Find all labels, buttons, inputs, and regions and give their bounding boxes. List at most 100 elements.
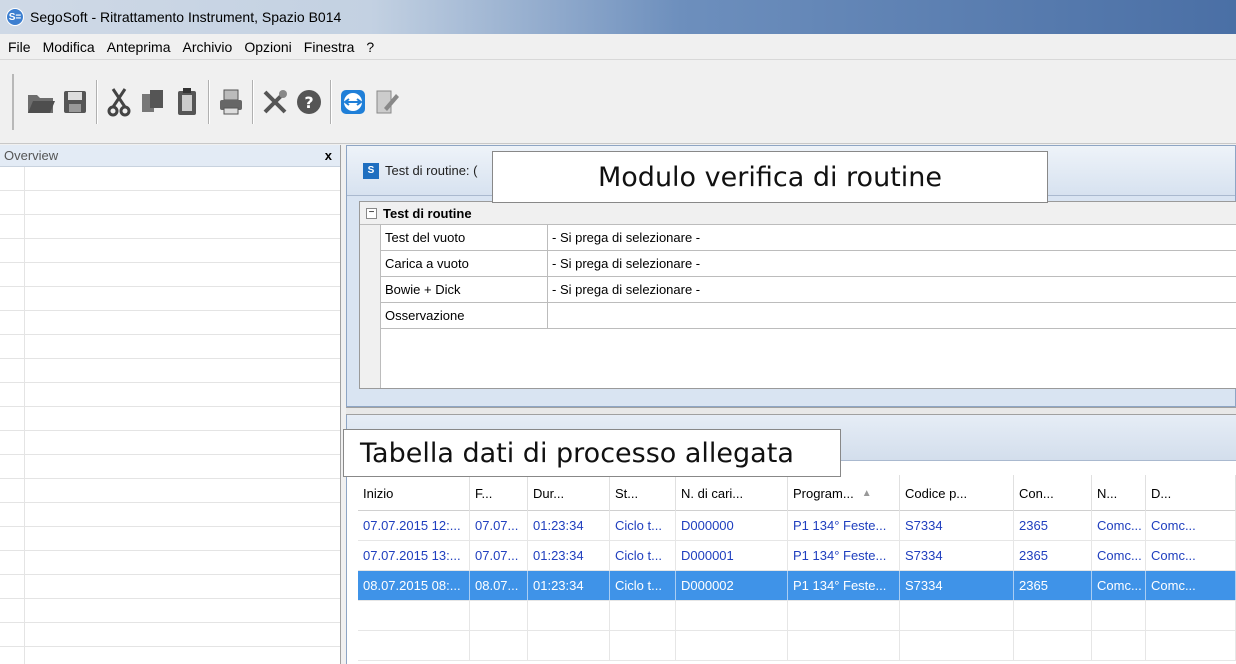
column-header[interactable]: D... [1146,475,1236,511]
close-icon[interactable]: x [325,148,332,163]
routine-test-tab-label: Test di routine: ( [385,163,478,178]
table-cell: Comc... [1092,571,1146,600]
app-logo-icon: S= [6,8,24,26]
svg-text:?: ? [304,93,313,112]
print-icon[interactable] [214,82,248,122]
toolbar-separator [208,80,210,124]
property-category[interactable]: − Test di routine [360,202,1236,225]
column-header[interactable]: Inizio [358,475,470,511]
table-row[interactable]: 07.07.2015 12:... 07.07... 01:23:34 Cicl… [358,511,1236,541]
table-cell: Comc... [1146,511,1236,540]
table-cell: P1 134° Feste... [788,571,900,600]
table-cell: Ciclo t... [610,541,676,570]
table-cell: 2365 [1014,511,1092,540]
save-icon[interactable] [58,82,92,122]
sort-ascending-icon: ▲ [861,487,872,499]
property-gutter [360,225,381,388]
property-name: Carica a vuoto [381,251,548,276]
property-row[interactable]: Test del vuoto - Si prega di selezionare… [381,225,1236,251]
tools-icon[interactable] [258,82,292,122]
property-name: Test del vuoto [381,225,548,250]
menu-help[interactable]: ? [360,39,380,55]
copy-icon[interactable] [136,82,170,122]
table-row-empty [358,601,1236,631]
title-bar: S= SegoSoft - Ritrattamento Instrument, … [0,0,1236,34]
table-cell: 01:23:34 [528,571,610,600]
table-row-empty [358,631,1236,661]
property-value-dropdown[interactable]: - Si prega di selezionare - [548,225,1236,250]
collapse-icon[interactable]: − [366,207,377,219]
column-header[interactable]: Con... [1014,475,1092,511]
menu-bar: File Modifica Anteprima Archivio Opzioni… [0,34,1236,60]
table-cell: 01:23:34 [528,511,610,540]
property-row[interactable]: Bowie + Dick - Si prega di selezionare - [381,277,1236,303]
table-cell: P1 134° Feste... [788,541,900,570]
column-header[interactable]: N. di cari... [676,475,788,511]
table-cell: 07.07... [470,511,528,540]
table-cell: S7334 [900,511,1014,540]
column-header[interactable]: N... [1092,475,1146,511]
table-cell: 08.07... [470,571,528,600]
table-cell: D000000 [676,511,788,540]
help-icon[interactable]: ? [292,82,326,122]
property-value-dropdown[interactable]: - Si prega di selezionare - [548,251,1236,276]
property-row[interactable]: Carica a vuoto - Si prega di selezionare… [381,251,1236,277]
table-cell: 01:23:34 [528,541,610,570]
splitter[interactable] [346,407,1236,415]
process-table-body: 07.07.2015 12:... 07.07... 01:23:34 Cicl… [358,511,1236,661]
table-cell: 07.07.2015 13:... [358,541,470,570]
property-row[interactable]: Osservazione [381,303,1236,329]
menu-finestra[interactable]: Finestra [298,39,361,55]
table-cell: D000002 [676,571,788,600]
menu-file[interactable]: File [0,39,37,55]
table-cell: P1 134° Feste... [788,511,900,540]
toolbar-separator [96,80,98,124]
menu-archivio[interactable]: Archivio [177,39,239,55]
table-cell: Ciclo t... [610,571,676,600]
window-title: SegoSoft - Ritrattamento Instrument, Spa… [30,9,342,25]
paste-icon[interactable] [170,82,204,122]
property-name: Bowie + Dick [381,277,548,302]
cut-icon[interactable] [102,82,136,122]
folder-open-icon[interactable] [24,82,58,122]
column-header-label: Program... [793,485,854,501]
table-cell: 2365 [1014,541,1092,570]
edit-document-icon[interactable] [370,82,404,122]
table-cell: S7334 [900,541,1014,570]
property-grid: − Test di routine Test del vuoto - Si pr… [359,201,1236,389]
toolbar-separator [252,80,254,124]
table-row-selected[interactable]: 08.07.2015 08:... 08.07... 01:23:34 Cicl… [358,571,1236,601]
document-area: S Test di routine: ( − Test di routine T… [346,145,1236,664]
table-cell: Comc... [1092,541,1146,570]
table-cell: 07.07... [470,541,528,570]
column-header[interactable]: Dur... [528,475,610,511]
toolbar-separator [330,80,332,124]
menu-anteprima[interactable]: Anteprima [101,39,177,55]
column-header[interactable]: F... [470,475,528,511]
table-header: Inizio F... Dur... St... N. di cari... P… [358,475,1236,511]
table-row[interactable]: 07.07.2015 13:... 07.07... 01:23:34 Cicl… [358,541,1236,571]
overview-header: Overview x [0,145,340,167]
property-name: Osservazione [381,303,548,328]
table-cell: D000001 [676,541,788,570]
overview-pane: Overview x [0,145,341,664]
table-cell: Comc... [1146,571,1236,600]
observation-field[interactable] [548,303,1236,328]
table-cell: Ciclo t... [610,511,676,540]
teamviewer-icon[interactable] [336,82,370,122]
column-header[interactable]: Codice p... [900,475,1014,511]
menu-opzioni[interactable]: Opzioni [238,39,297,55]
overview-grid [0,167,340,664]
table-cell: 08.07.2015 08:... [358,571,470,600]
overview-title: Overview [4,148,59,163]
table-cell: 2365 [1014,571,1092,600]
callout-routine-module: Modulo verifica di routine [492,151,1048,203]
table-cell: Comc... [1092,511,1146,540]
category-label: Test di routine [383,205,472,221]
callout-process-table: Tabella dati di processo allegata [343,429,841,477]
column-header[interactable]: St... [610,475,676,511]
column-header-program[interactable]: Program... ▲ [788,475,900,511]
table-cell: 07.07.2015 12:... [358,511,470,540]
menu-modifica[interactable]: Modifica [37,39,101,55]
property-value-dropdown[interactable]: - Si prega di selezionare - [548,277,1236,302]
